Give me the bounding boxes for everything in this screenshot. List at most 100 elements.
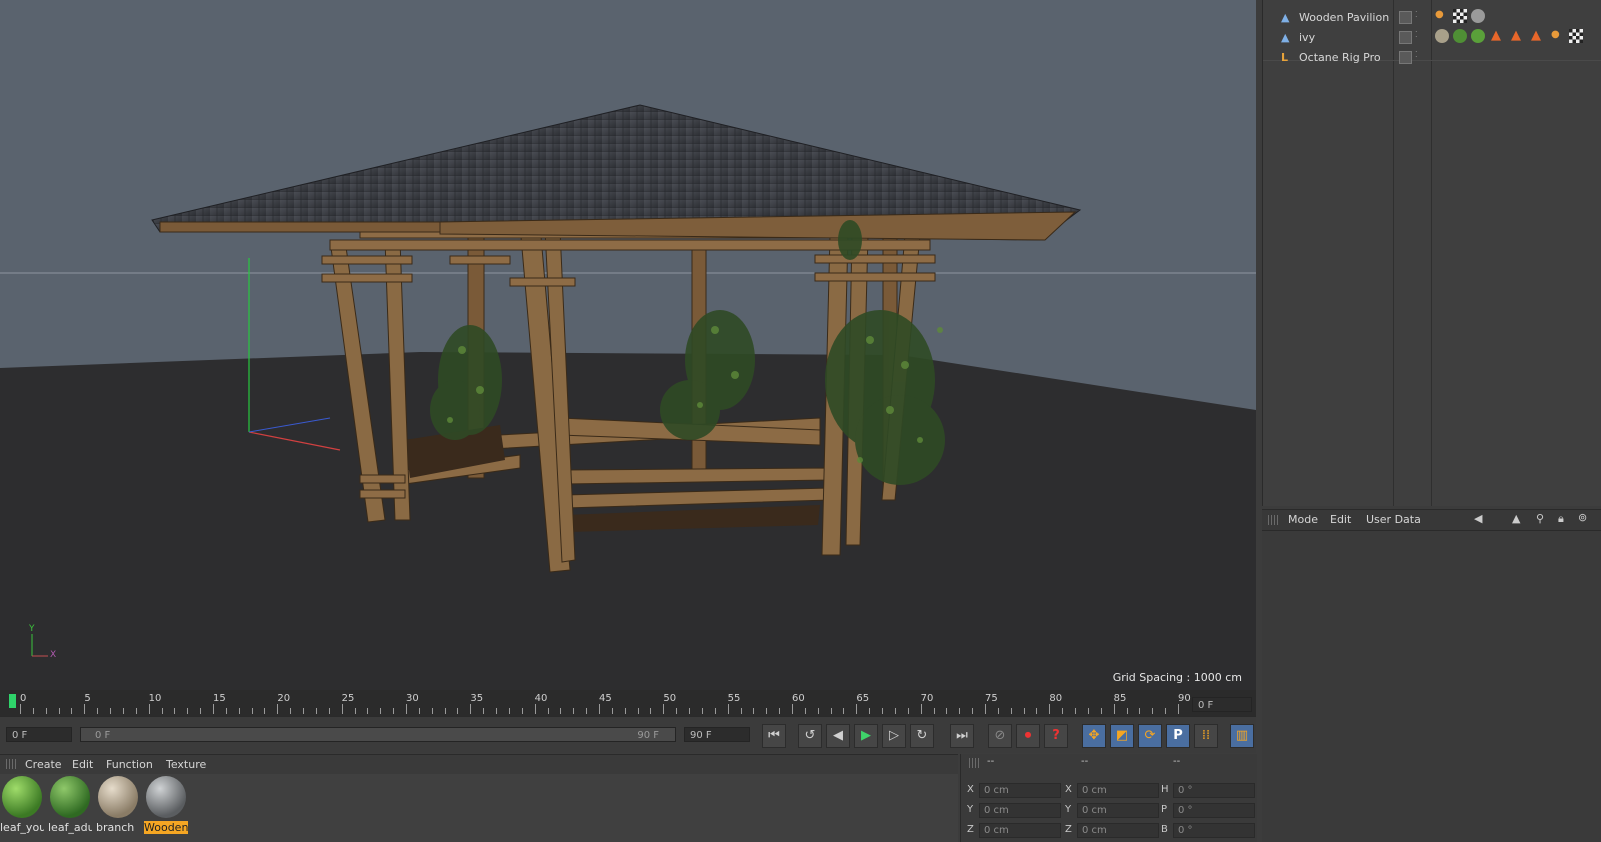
timeline-tick-mark: [985, 704, 986, 714]
visibility-dots-icon[interactable]: ⁚: [1415, 10, 1418, 19]
timeline-tick-mark: [817, 708, 819, 714]
menu-create[interactable]: Create: [25, 758, 62, 771]
go-to-start-button[interactable]: ⏮: [762, 724, 786, 748]
visibility-dots-icon[interactable]: ⁚: [1415, 30, 1418, 39]
scale-key-icon[interactable]: ◩: [1110, 724, 1134, 748]
layer-toggle-icon[interactable]: [1399, 31, 1412, 44]
menu-edit[interactable]: Edit: [1330, 513, 1351, 526]
size-y-field[interactable]: 0 cm: [1077, 803, 1159, 818]
object-manager[interactable]: ▲ Wooden Pavilion ⁚ ● ▲ ivy ⁚ ▲ ▲ ▲ ● L …: [1262, 0, 1601, 506]
timeline-tick-label: 15: [213, 693, 226, 704]
timeline-tick-label: 55: [727, 693, 741, 704]
material-tag-icon[interactable]: [1471, 29, 1485, 43]
timeline-ruler[interactable]: 0 5 10 15 20 25 30 35 40 45 50 55 60 65 70 75 80 85 90 0 F: [0, 690, 1256, 716]
timeline-tick-mark: [830, 708, 832, 714]
start-frame-field[interactable]: 0 F: [6, 727, 72, 742]
timeline-tick-label: 25: [341, 693, 355, 704]
material-tag-icon[interactable]: [1453, 29, 1467, 43]
object-row-octane-rig-pro[interactable]: L Octane Rig Pro ⁚: [1263, 48, 1601, 68]
playhead-marker[interactable]: [9, 694, 16, 708]
range-slider[interactable]: 0 F 90 F: [80, 727, 676, 742]
panel-grip-icon[interactable]: [969, 758, 979, 768]
layer-toggle-icon[interactable]: [1399, 11, 1412, 24]
size-header: --: [1081, 756, 1089, 767]
timeline-tick-mark: [1075, 708, 1077, 714]
pos-z-field[interactable]: 0 cm: [979, 823, 1061, 838]
timeline-tick-mark: [689, 708, 691, 714]
rotate-key-icon[interactable]: ⟳: [1138, 724, 1162, 748]
back-arrow-icon[interactable]: ◀: [1474, 512, 1482, 525]
menu-texture[interactable]: Texture: [166, 758, 206, 771]
rot-h-field[interactable]: 0 °: [1173, 783, 1255, 798]
checker-tag-icon[interactable]: [1453, 9, 1467, 23]
pos-x-field[interactable]: 0 cm: [979, 783, 1061, 798]
record-disabled-icon[interactable]: ⊘: [988, 724, 1012, 748]
previous-frame-button[interactable]: ◀: [826, 724, 850, 748]
search-icon[interactable]: ⚲: [1536, 512, 1544, 525]
lock-icon[interactable]: 🔒︎: [1558, 512, 1564, 526]
end-frame-field[interactable]: 90 F: [684, 727, 750, 742]
menu-mode[interactable]: Mode: [1288, 513, 1318, 526]
object-row-wooden-pavilion[interactable]: ▲ Wooden Pavilion ⁚ ●: [1263, 8, 1601, 28]
triangle-tag-icon[interactable]: ▲: [1531, 28, 1541, 43]
timeline-tick-mark: [727, 704, 729, 714]
material-manager-body: leaf_you leaf_adu branch Wooden: [0, 774, 958, 842]
triangle-tag-icon[interactable]: ▲: [1491, 28, 1501, 43]
checker-tag-icon[interactable]: [1569, 29, 1583, 43]
menu-function[interactable]: Function: [106, 758, 153, 771]
timeline-tick-mark: [187, 708, 189, 714]
play-button[interactable]: ▶: [854, 724, 878, 748]
material-swatch[interactable]: branch: [96, 776, 140, 834]
timeline-tick-mark: [483, 708, 485, 714]
null-object-icon: ▲: [1281, 31, 1290, 44]
material-swatch-selected[interactable]: Wooden: [144, 776, 188, 834]
parameter-key-icon[interactable]: P: [1166, 724, 1190, 748]
3d-viewport[interactable]: Y X Grid Spacing : 1000 cm: [0, 0, 1256, 690]
timeline-tick-mark: [496, 708, 498, 714]
tag-dots-icon[interactable]: ●: [1551, 29, 1560, 40]
size-x-label: X: [1065, 784, 1072, 795]
layer-toggle-icon[interactable]: [1399, 51, 1412, 64]
next-frame-button[interactable]: ▷: [882, 724, 906, 748]
timeline-tick-mark: [676, 708, 678, 714]
up-arrow-icon[interactable]: ▲: [1512, 512, 1520, 525]
range-start-label: 0 F: [95, 730, 111, 741]
object-name[interactable]: Octane Rig Pro: [1299, 51, 1381, 64]
visibility-dots-icon[interactable]: ⁚: [1415, 50, 1418, 59]
record-button[interactable]: ⏺: [1016, 724, 1040, 748]
timeline-tick-mark: [766, 708, 768, 714]
menu-edit[interactable]: Edit: [72, 758, 93, 771]
material-manager-menubar: Create Edit Function Texture: [0, 754, 958, 774]
point-level-icon[interactable]: ⁞⁞: [1194, 724, 1218, 748]
settings-icon[interactable]: ⊚: [1578, 511, 1587, 524]
material-swatch[interactable]: leaf_you: [0, 776, 44, 834]
current-frame-field[interactable]: 0 F: [1192, 697, 1252, 712]
object-name[interactable]: ivy: [1299, 31, 1315, 44]
material-swatch[interactable]: leaf_adu: [48, 776, 92, 834]
size-z-field[interactable]: 0 cm: [1077, 823, 1159, 838]
next-key-button[interactable]: ↻: [910, 724, 934, 748]
object-row-ivy[interactable]: ▲ ivy ⁚ ▲ ▲ ▲ ●: [1263, 28, 1601, 48]
start-frame-value: 0 F: [12, 730, 28, 741]
timeline-window-icon[interactable]: ▥: [1230, 724, 1254, 748]
go-to-end-button[interactable]: ⏭: [950, 724, 974, 748]
previous-key-button[interactable]: ↺: [798, 724, 822, 748]
triangle-tag-icon[interactable]: ▲: [1511, 28, 1521, 43]
tag-dots-icon[interactable]: ●: [1435, 9, 1449, 23]
material-tag-icon[interactable]: [1471, 9, 1485, 23]
auto-key-help-button[interactable]: ?: [1044, 724, 1068, 748]
timeline-tick-mark: [1139, 708, 1141, 714]
pos-x-label: X: [967, 784, 974, 795]
menu-user-data[interactable]: User Data: [1366, 513, 1421, 526]
timeline-tick-mark: [328, 708, 330, 714]
move-key-icon[interactable]: ✥: [1082, 724, 1106, 748]
panel-grip-icon[interactable]: [1268, 515, 1278, 525]
object-name[interactable]: Wooden Pavilion: [1299, 11, 1389, 24]
size-x-field[interactable]: 0 cm: [1077, 783, 1159, 798]
material-tag-icon[interactable]: [1435, 29, 1449, 43]
timeline-tick-mark: [1152, 708, 1154, 714]
panel-grip-icon[interactable]: [6, 759, 16, 769]
rot-p-field[interactable]: 0 °: [1173, 803, 1255, 818]
rot-b-field[interactable]: 0 °: [1173, 823, 1255, 838]
pos-y-field[interactable]: 0 cm: [979, 803, 1061, 818]
